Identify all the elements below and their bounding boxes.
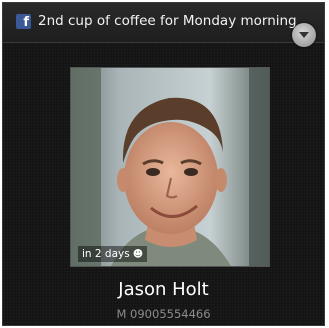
contact-card: f 2nd cup of coffee for Monday morning i…	[2, 2, 325, 326]
contact-photo[interactable]: in 2 days ☻	[70, 67, 270, 267]
birthday-badge: in 2 days ☻	[78, 246, 148, 262]
status-message: 2nd cup of coffee for Monday morning	[38, 13, 297, 29]
contact-phone[interactable]: M 09005554466	[3, 307, 324, 321]
person-icon: ☻	[132, 249, 144, 260]
contact-name: Jason Holt	[118, 279, 209, 300]
chevron-down-icon[interactable]	[292, 23, 316, 47]
status-bar[interactable]: f 2nd cup of coffee for Monday morning	[3, 3, 324, 47]
badge-text: in 2 days	[82, 248, 130, 260]
facebook-icon: f	[16, 14, 31, 29]
portrait-image	[71, 68, 269, 266]
